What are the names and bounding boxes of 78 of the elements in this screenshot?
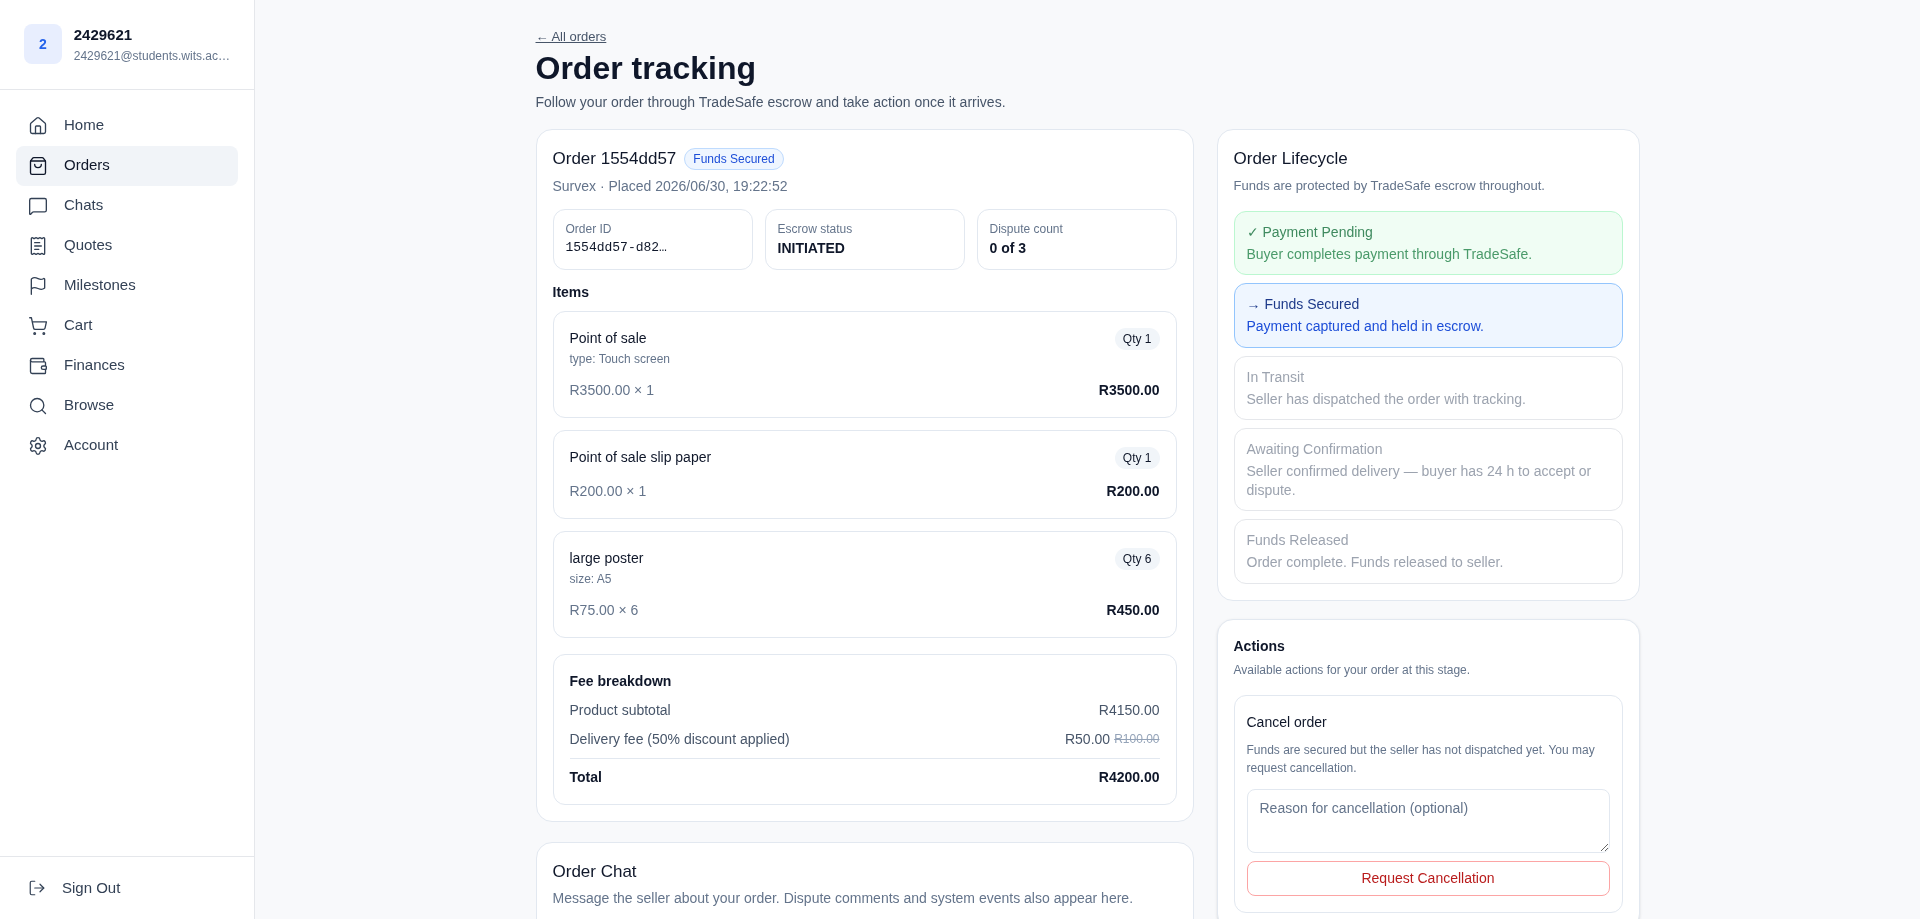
nav-item[interactable]: Finances	[16, 345, 238, 386]
stat-value: INITIATED	[777, 238, 846, 258]
status-badge: Funds Secured	[684, 147, 784, 170]
fee-heading: Fee breakdown	[569, 671, 673, 691]
user-avatar: 2	[24, 24, 62, 65]
order-meta: Survex · Placed 2026/06/30, 19:22:52	[552, 176, 789, 196]
request-cancellation-button[interactable]: Request Cancellation	[1246, 860, 1610, 896]
item-total: R3500.00	[1098, 380, 1160, 400]
stage-title: ✓ Payment Pending	[1246, 223, 1374, 242]
search-icon	[28, 395, 48, 416]
bag-icon	[28, 155, 48, 176]
stage-title: → Funds Secured	[1246, 295, 1361, 315]
unit-price: R200.00 × 1	[569, 481, 647, 501]
page-subtitle: Follow your order through TradeSafe escrow and take action once it arrives.	[535, 93, 1007, 112]
settings-icon	[28, 435, 48, 456]
stat-label: Dispute count	[989, 220, 1064, 238]
qty-badge: Qty 6	[1114, 547, 1160, 570]
wallet-icon	[28, 355, 48, 376]
unit-price: R3500.00 × 1	[569, 380, 654, 400]
stat-label: Escrow status	[777, 220, 854, 238]
page-title: Order tracking	[535, 49, 757, 88]
item-option: type: Touch screen	[569, 349, 1160, 368]
nav-item[interactable]: Quotes	[16, 225, 238, 266]
qty-badge: Qty 1	[1114, 327, 1160, 350]
stage-title: Awaiting Confirmation	[1246, 439, 1384, 459]
sign-out-link[interactable]: Sign Out	[28, 876, 226, 899]
fee-value: R50.00	[1064, 729, 1111, 749]
stage-description: Buyer completes payment through TradeSafe.	[1246, 245, 1534, 264]
fee-label: Product subtotal	[569, 700, 671, 720]
stage-description: Order complete. Funds released to seller.	[1246, 553, 1505, 573]
actions-title: Actions	[1233, 636, 1286, 656]
stat-value: 1554dd57-d82…	[565, 238, 668, 257]
original-fee: R100.00	[1114, 731, 1160, 748]
home-icon	[28, 115, 48, 136]
stage-description: Seller has dispatched the order with tracking.	[1246, 389, 1527, 409]
logout-icon	[28, 878, 46, 897]
chat-title: Order Chat	[552, 860, 638, 883]
fee-label: Delivery fee (50% discount applied)	[569, 729, 790, 749]
stat-value: 0 of 3	[989, 238, 1028, 258]
user-email: 2429621@students.wits.ac…	[73, 47, 230, 65]
stage-description: Payment captured and held in escrow.	[1246, 317, 1485, 337]
item-name: Point of sale slip paper	[569, 448, 712, 467]
item-name: large poster	[569, 549, 644, 568]
item-option: size: A5	[569, 569, 1160, 588]
cancel-description: Funds are secured but the seller has not dispatched yet. You may request cancellation.	[1246, 741, 1596, 777]
nav-item[interactable]: Browse	[16, 385, 238, 426]
total-value: R4200.00	[1098, 767, 1160, 787]
unit-price: R75.00 × 6	[569, 600, 639, 620]
nav-item[interactable]: Cart	[16, 305, 238, 346]
items-heading: Items	[552, 282, 591, 302]
receipt-icon	[28, 235, 48, 256]
item-total: R200.00	[1106, 481, 1160, 501]
stage-description: Seller confirmed delivery — buyer has 24 h to accept or dispute.	[1246, 461, 1593, 500]
stage-title: In Transit	[1246, 367, 1306, 387]
lifecycle-title: Order Lifecycle	[1233, 148, 1349, 170]
nav-item[interactable]: Orders	[16, 145, 238, 186]
cancel-title: Cancel order	[1246, 712, 1328, 732]
cart-icon	[28, 315, 48, 336]
qty-badge: Qty 1	[1114, 446, 1160, 469]
item-total: R450.00	[1106, 600, 1160, 620]
order-title: Order 1554dd57	[552, 148, 677, 170]
stage-title: Funds Released	[1246, 531, 1350, 551]
lifecycle-description: Funds are protected by TradeSafe escrow throughout.	[1233, 176, 1546, 195]
total-label: Total	[569, 767, 602, 787]
nav-item[interactable]: Home	[16, 105, 238, 146]
item-name: Point of sale	[569, 329, 647, 348]
nav-item[interactable]: Chats	[16, 185, 238, 226]
user-name: 2429621	[73, 25, 134, 45]
reason-field[interactable]: Reason for cancellation (optional)	[1246, 788, 1610, 853]
nav-item[interactable]: Milestones	[16, 265, 238, 306]
chat-description: Message the seller about your order. Dispute comments and system events also appear here.	[552, 889, 1135, 908]
actions-description: Available actions for your order at this stage.	[1233, 661, 1472, 679]
stat-label: Order ID	[565, 220, 613, 238]
flag-icon	[28, 275, 48, 296]
nav-item[interactable]: Account	[16, 425, 238, 466]
fee-value: R4150.00	[1098, 700, 1160, 720]
chat-bubble-icon	[28, 195, 48, 216]
back-link[interactable]: ← All orders	[535, 29, 607, 44]
